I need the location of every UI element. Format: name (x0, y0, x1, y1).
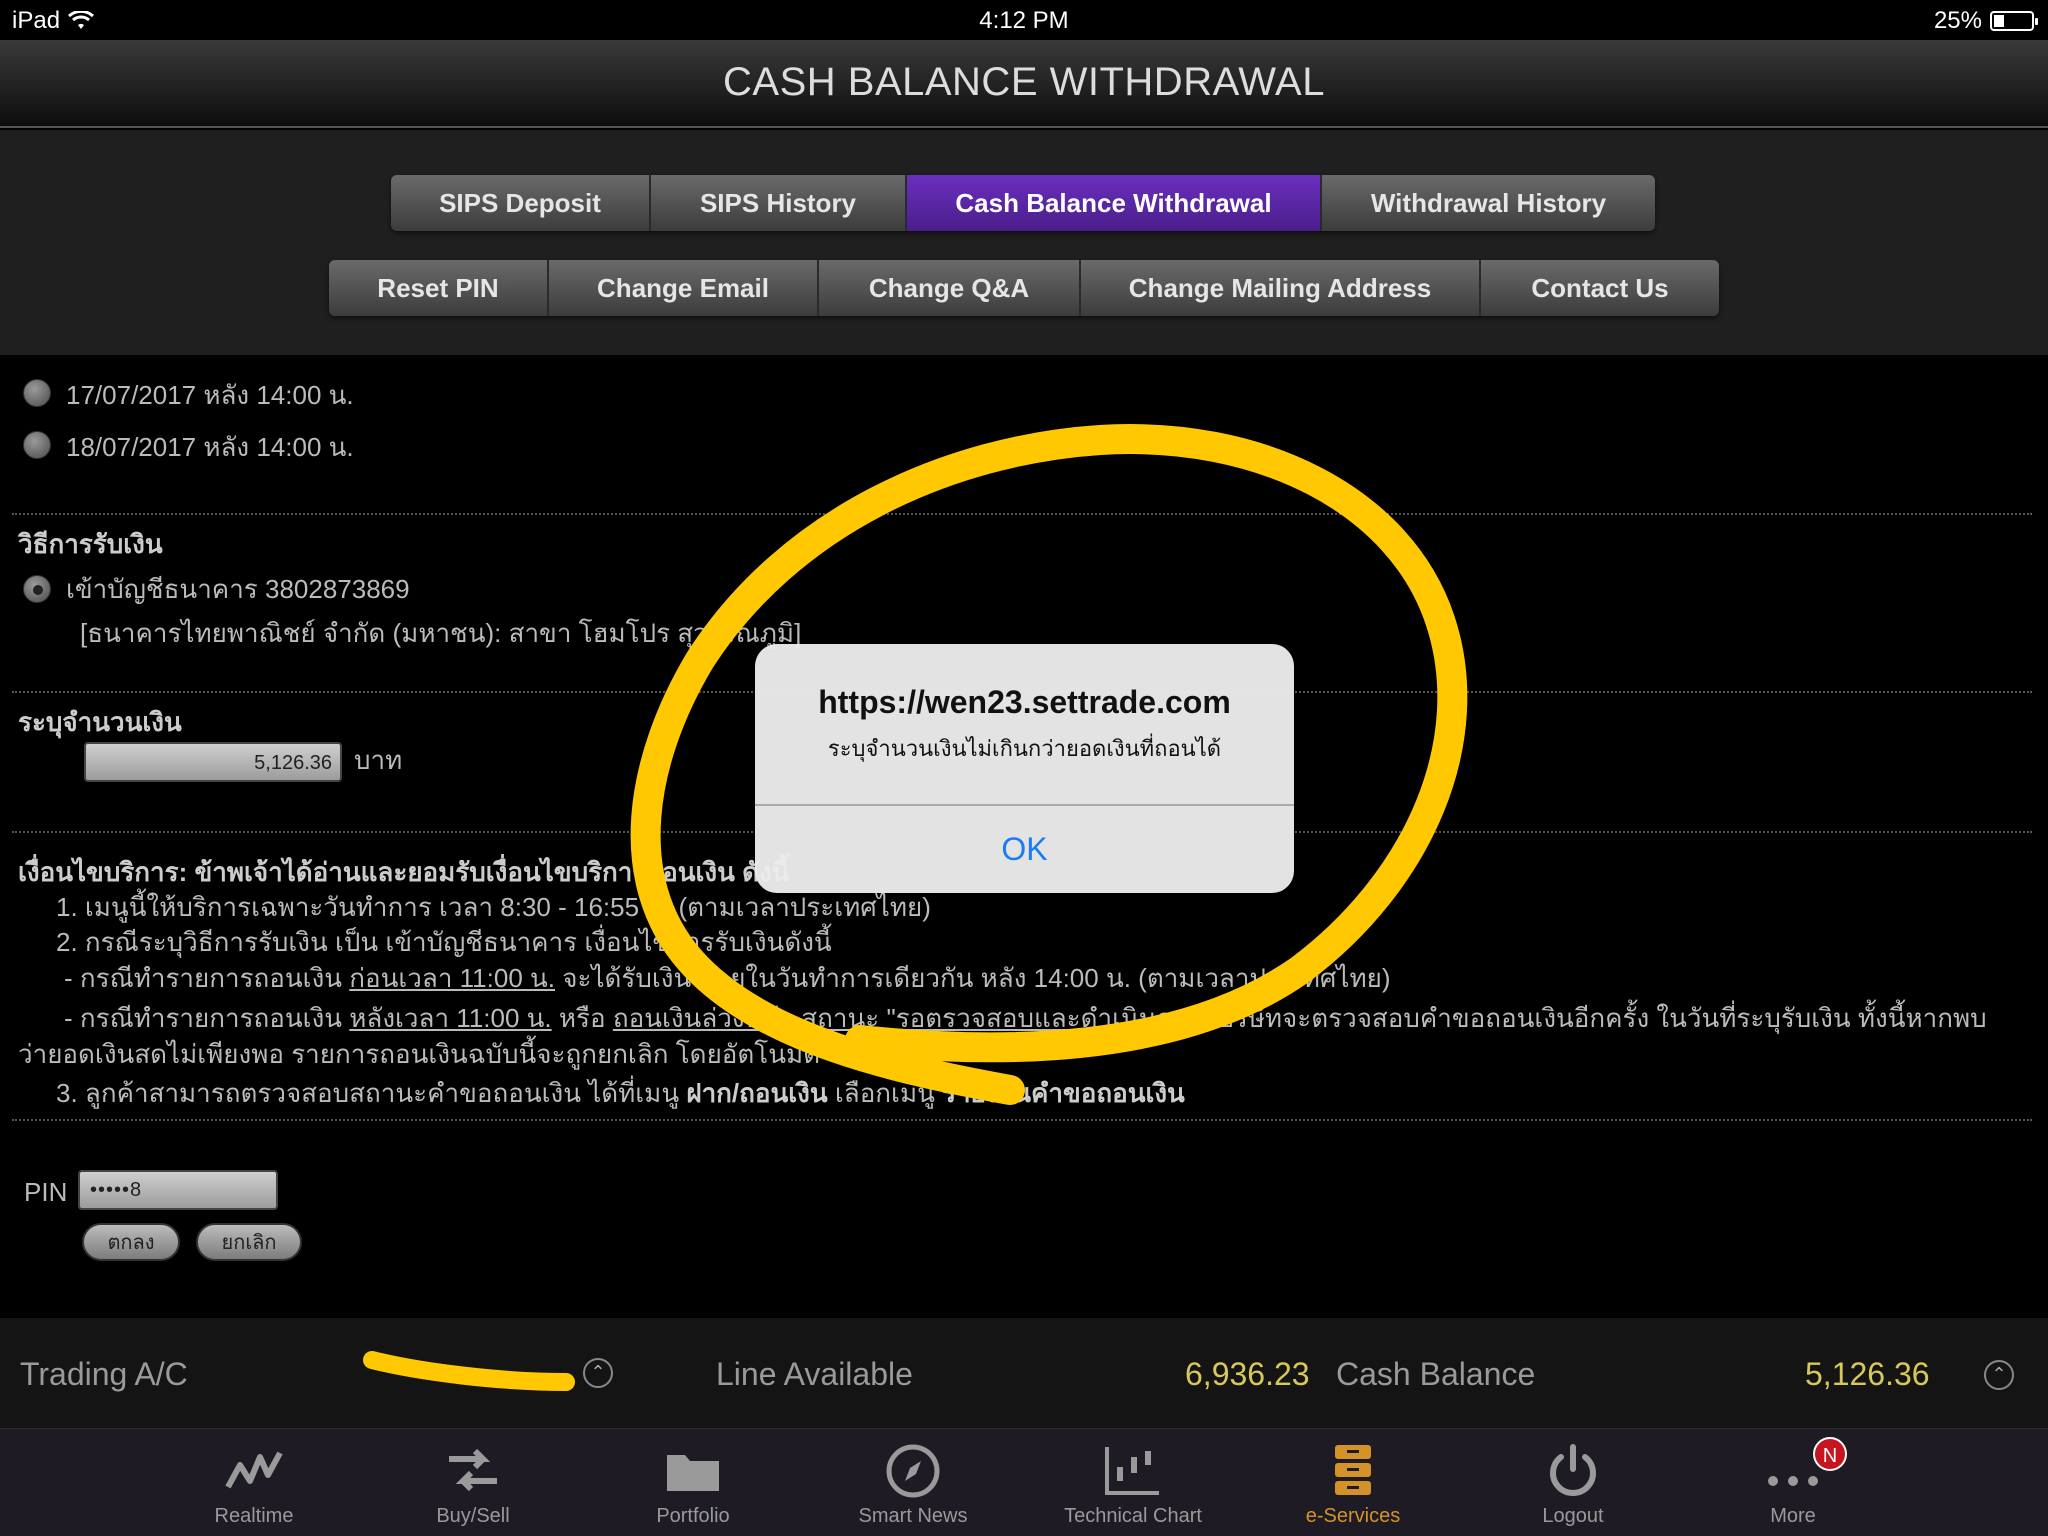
terms-line-4: - กรณีทำรายการถอนเงิน หลังเวลา 11:00 น. … (64, 998, 1987, 1039)
tabbar-buy-sell[interactable]: Buy/Sell (373, 1429, 573, 1536)
compass-icon (886, 1444, 940, 1498)
balance-chevron-icon[interactable]: ⌃ (1984, 1360, 2014, 1390)
line-available-label: Line Available (716, 1356, 913, 1392)
tabbar-portfolio-label: Portfolio (656, 1505, 730, 1527)
account-chevron-icon[interactable]: ⌃ (583, 1358, 613, 1388)
tabbar-technical-chart[interactable]: Technical Chart (1033, 1429, 1233, 1536)
after-11-link: หลังเวลา 11:00 น. (349, 1003, 552, 1033)
tab-sips-history[interactable]: SIPS History (651, 175, 907, 231)
before-11-link: ก่อนเวลา 11:00 น. (349, 963, 556, 993)
amount-heading: ระบุจำนวนเงิน (18, 707, 182, 737)
battery-percent: 25% (1933, 7, 1982, 34)
tabbar-technical-chart-label: Technical Chart (1064, 1505, 1202, 1527)
tab-change-qa[interactable]: Change Q&A (819, 260, 1081, 316)
terms-line-6-prefix: 3. ลูกค้าสามารถตรวจสอบสถานะคำขอถอนเงิน ไ… (56, 1078, 680, 1108)
tabbar-more-label: More (1770, 1505, 1816, 1527)
realtime-icon (225, 1451, 283, 1489)
deposit-withdraw-menu: ฝาก/ถอนเงิน (686, 1078, 828, 1108)
terms-line-4-suffix: บริษัทจะตรวจสอบคำขอถอนเงินอีกครั้ง ในวัน… (1217, 1003, 1987, 1033)
cash-balance-value: 5,126.36 (1805, 1356, 1930, 1392)
amount-unit: บาท (354, 745, 403, 775)
receive-method-heading: วิธีการรับเงิน (18, 529, 163, 559)
date-option-radio-2[interactable] (23, 431, 51, 459)
clock: 4:12 PM (979, 7, 1069, 34)
ok-button[interactable]: ตกลง (82, 1223, 180, 1261)
tabbar-realtime-label: Realtime (214, 1505, 294, 1527)
folder-icon (667, 1455, 719, 1491)
chart-icon (1105, 1447, 1159, 1495)
divider (12, 513, 2032, 515)
tabbar-more[interactable]: N More (1693, 1429, 1893, 1536)
tab-cash-balance-withdrawal[interactable]: Cash Balance Withdrawal (907, 175, 1322, 231)
tabbar-buy-sell-label: Buy/Sell (436, 1505, 510, 1527)
date-option-label-2: 18/07/2017 หลัง 14:00 น. (66, 432, 354, 462)
trading-account-label: Trading A/C (20, 1356, 188, 1392)
terms-line-6-mid: เลือกเมนู (834, 1078, 935, 1108)
alert-message: ระบุจำนวนเงินไม่เกินกว่ายอดเงินที่ถอนได้ (827, 736, 1222, 761)
tab-contact-us[interactable]: Contact Us (1481, 260, 1719, 316)
tabbar-e-services[interactable]: e-Services (1253, 1429, 1453, 1536)
alert-ok-button[interactable]: OK (755, 806, 1294, 893)
date-option-radio-1[interactable] (23, 379, 51, 407)
withdrawal-report-menu: รายงานคำขอถอนเงิน (942, 1078, 1185, 1108)
bank-detail: [ธนาคารไทยพาณิชย์ จำกัด (มหาชน): สาขา โฮ… (80, 618, 802, 648)
battery-icon (1990, 11, 2038, 31)
cash-balance-label: Cash Balance (1336, 1356, 1536, 1392)
terms-line-2: 2. กรณีระบุวิธีการรับเงิน เป็น เข้าบัญชี… (56, 927, 832, 957)
advance-withdrawal-link: ถอนเงินล่วงหน้า สถานะ "รอตรวจสอบและดำเนิ… (612, 1003, 1211, 1033)
power-icon (1550, 1444, 1596, 1496)
buy-sell-icon (449, 1448, 497, 1492)
divider (12, 1119, 2032, 1121)
tab-change-mailing-address[interactable]: Change Mailing Address (1081, 260, 1481, 316)
page-title: CASH BALANCE WITHDRAWAL (723, 60, 1325, 104)
pin-input[interactable]: •••••8 (78, 1170, 278, 1210)
tab-reset-pin[interactable]: Reset PIN (329, 260, 549, 316)
header-bar: CASH BALANCE WITHDRAWAL (0, 40, 2048, 128)
tabbar-smart-news[interactable]: Smart News (813, 1429, 1013, 1536)
terms-line-4-mid: หรือ (558, 1003, 606, 1033)
tabbar-realtime[interactable]: Realtime (154, 1429, 354, 1536)
terms-line-4-prefix: - กรณีทำรายการถอนเงิน (64, 1003, 343, 1033)
tabs-area: SIPS Deposit SIPS History Cash Balance W… (0, 130, 2048, 355)
amount-input[interactable]: 5,126.36 (84, 742, 342, 782)
status-bar: iPad 4:12 PM 25% (0, 0, 2048, 40)
bottom-tab-bar: Realtime Buy/Sell Portfolio Smart News T… (0, 1428, 2048, 1536)
receive-method-label: เข้าบัญชีธนาคาร 3802873869 (66, 574, 410, 604)
alert-title: https://wen23.settrade.com (818, 684, 1231, 720)
terms-line-3: - กรณีทำรายการถอนเงิน ก่อนเวลา 11:00 น. … (64, 958, 1391, 999)
tab-withdrawal-history[interactable]: Withdrawal History (1322, 175, 1655, 231)
account-info-bar: Trading A/C ⌃ Line Available 6,936.23 Ca… (0, 1318, 2048, 1428)
tab-row-primary: SIPS Deposit SIPS History Cash Balance W… (391, 175, 1655, 231)
tabbar-logout[interactable]: Logout (1473, 1429, 1673, 1536)
tab-change-email[interactable]: Change Email (549, 260, 819, 316)
terms-line-6: 3. ลูกค้าสามารถตรวจสอบสถานะคำขอถอนเงิน ไ… (56, 1073, 1185, 1114)
e-services-icon (1335, 1445, 1371, 1495)
terms-line-5: ว่ายอดเงินสดไม่เพียงพอ รายการถอนเงินฉบับ… (18, 1039, 821, 1069)
tab-sips-deposit[interactable]: SIPS Deposit (391, 175, 651, 231)
receive-method-radio[interactable] (23, 575, 51, 603)
alert-dialog: https://wen23.settrade.com ระบุจำนวนเงิน… (755, 644, 1294, 893)
notification-badge: N (1813, 1437, 1847, 1471)
tabbar-smart-news-label: Smart News (858, 1505, 968, 1527)
terms-line-3-prefix: - กรณีทำรายการถอนเงิน (64, 963, 343, 993)
date-option-label-1: 17/07/2017 หลัง 14:00 น. (66, 380, 354, 410)
tabbar-logout-label: Logout (1542, 1505, 1604, 1527)
tabbar-portfolio[interactable]: Portfolio (593, 1429, 793, 1536)
terms-line-3-suffix: จะได้รับเงิน ภายในวันทำการเดียวกัน หลัง … (562, 963, 1391, 993)
line-available-value: 6,936.23 (1185, 1356, 1310, 1392)
cancel-button[interactable]: ยกเลิก (196, 1223, 302, 1261)
pin-label: PIN (24, 1177, 68, 1207)
tab-row-secondary: Reset PIN Change Email Change Q&A Change… (329, 260, 1719, 316)
tabbar-e-services-label: e-Services (1305, 1505, 1401, 1527)
